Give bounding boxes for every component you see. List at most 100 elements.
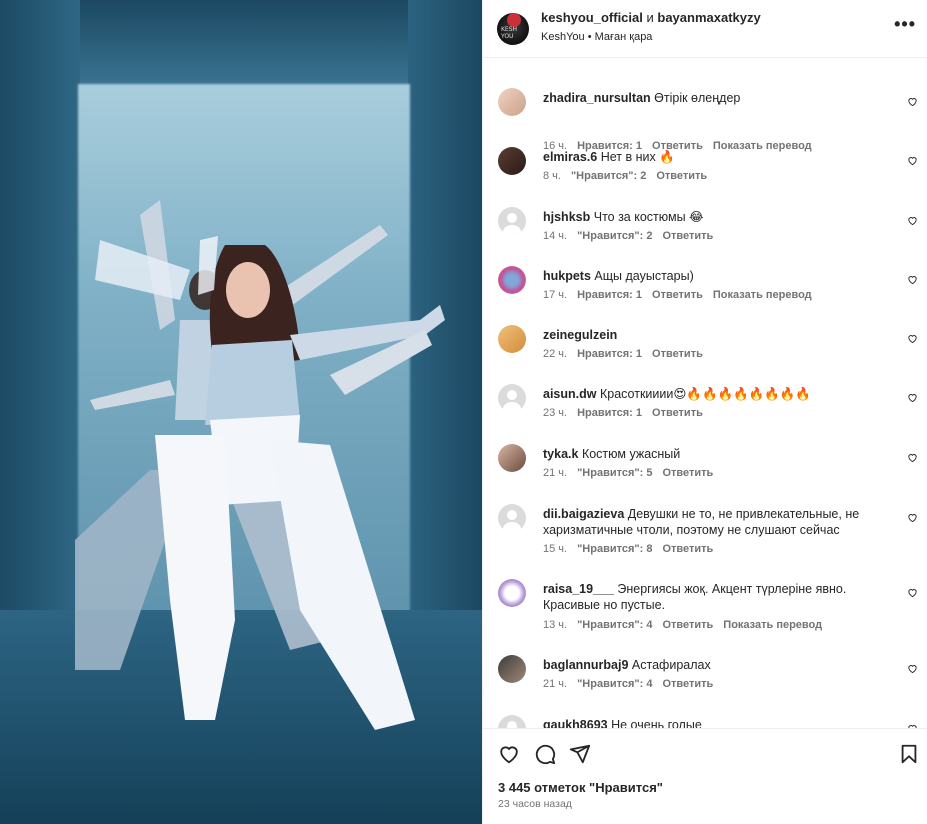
comment-body: zhadira_nursultan Өтірік өлеңдер (543, 90, 883, 106)
coauthor-username[interactable]: bayanmaxatkyzy (657, 10, 760, 25)
comment-time: 14 ч. (543, 230, 568, 242)
comment-likes[interactable]: "Нравится": 5 (577, 467, 652, 479)
reply-button[interactable]: Ответить (652, 348, 703, 360)
comment-like-heart-icon[interactable] (907, 274, 918, 285)
post-actions: 3 445 отметок "Нравится" 23 часов назад (483, 728, 927, 824)
comment-time: 21 ч. (543, 467, 568, 479)
comment-like-heart-icon[interactable] (907, 512, 918, 523)
commenter-username[interactable]: aisun.dw (543, 387, 596, 401)
translate-button[interactable]: Показать перевод (713, 289, 812, 301)
commenter-username[interactable]: baglannurbaj9 (543, 658, 628, 672)
comment-like-heart-icon[interactable] (907, 215, 918, 226)
comment-meta: 8 ч. "Нравится": 2 Ответить (543, 170, 717, 182)
comment-meta: 21 ч. "Нравится": 5 Ответить (543, 467, 723, 479)
comment-body: dii.baigazieva Девушки не то, не привлек… (543, 506, 883, 538)
comment-like-heart-icon[interactable] (907, 587, 918, 598)
comment-text: Красоткииии😍🔥🔥🔥🔥🔥🔥🔥🔥 (599, 387, 811, 401)
translate-button[interactable]: Показать перевод (723, 619, 822, 631)
commenter-avatar[interactable] (498, 88, 526, 116)
default-avatar-icon[interactable] (498, 715, 526, 728)
commenter-username[interactable]: tyka.k (543, 447, 578, 461)
reply-button[interactable]: Ответить (662, 467, 713, 479)
post-panel: KESH YOU keshyou_official и bayanmaxatky… (482, 0, 927, 824)
reply-button[interactable]: Ответить (656, 170, 707, 182)
comment-time: 17 ч. (543, 289, 568, 301)
commenter-username[interactable]: elmiras.6 (543, 150, 597, 164)
author-avatar[interactable]: KESH YOU (497, 13, 529, 45)
comment-meta: 17 ч. Нравится: 1 Ответить Показать перевод (543, 289, 822, 301)
comment-likes[interactable]: "Нравится": 8 (577, 543, 652, 555)
default-avatar-icon[interactable] (498, 384, 526, 412)
commenter-avatar[interactable] (498, 266, 526, 294)
more-horizontal-icon[interactable]: ••• (894, 14, 916, 35)
default-avatar-icon[interactable] (498, 207, 526, 235)
comment-body: hukpets Ащы дауыстары) (543, 268, 883, 284)
reply-button[interactable]: Ответить (652, 407, 703, 419)
comment-text: Өтірік өлеңдер (654, 91, 741, 105)
comment-like-heart-icon[interactable] (907, 333, 918, 344)
avatar-logo-text: KESH YOU (501, 26, 518, 40)
comment-time: 22 ч. (543, 348, 568, 360)
comment-body: baglannurbaj9 Астафиралах (543, 657, 883, 673)
comment-meta: 14 ч. "Нравится": 2 Ответить (543, 230, 723, 242)
bookmark-icon[interactable] (898, 743, 920, 765)
post-timestamp[interactable]: 23 часов назад (498, 798, 572, 810)
reply-button[interactable]: Ответить (662, 678, 713, 690)
comment-likes[interactable]: Нравится: 1 (577, 348, 642, 360)
commenter-username[interactable]: hukpets (543, 269, 591, 283)
comment-body: gaukh8693 Не очень голые (543, 717, 883, 728)
reply-button[interactable]: Ответить (662, 543, 713, 555)
comment-body: elmiras.6 Нет в них 🔥 (543, 149, 883, 165)
authors-conjunction: и (646, 10, 654, 25)
reply-button[interactable]: Ответить (662, 230, 713, 242)
comment-likes[interactable]: "Нравится": 4 (577, 678, 652, 690)
comment-time: 23 ч. (543, 407, 568, 419)
commenter-username[interactable]: hjshksb (543, 210, 590, 224)
comment-text: Не очень голые (611, 718, 702, 728)
default-avatar-icon[interactable] (498, 504, 526, 532)
comment-time: 15 ч. (543, 543, 568, 555)
commenter-username[interactable]: dii.baigazieva (543, 507, 624, 521)
commenter-username[interactable]: raisa_19___ (543, 582, 614, 596)
commenter-avatar[interactable] (498, 147, 526, 175)
comment-like-heart-icon[interactable] (907, 155, 918, 166)
comment-like-heart-icon[interactable] (907, 96, 918, 107)
commenter-username[interactable]: zhadira_nursultan (543, 91, 651, 105)
heart-icon[interactable] (498, 743, 520, 765)
reply-button[interactable]: Ответить (662, 619, 713, 631)
commenter-username[interactable]: zeinegulzein (543, 328, 617, 342)
comment-body: aisun.dw Красоткииии😍🔥🔥🔥🔥🔥🔥🔥🔥 (543, 386, 883, 402)
comment-text: Костюм ужасный (581, 447, 681, 461)
audio-subtitle[interactable]: KeshYou • Маған қара (541, 31, 652, 43)
comment-meta: 23 ч. Нравится: 1 Ответить (543, 407, 713, 419)
comment-likes[interactable]: Нравится: 1 (577, 289, 642, 301)
comment-meta: 15 ч. "Нравится": 8 Ответить (543, 543, 723, 555)
comment-likes[interactable]: Нравится: 1 (577, 407, 642, 419)
post-authors: keshyou_official и bayanmaxatkyzy (541, 10, 761, 25)
post-media[interactable] (0, 0, 482, 824)
comment-time: 13 ч. (543, 619, 568, 631)
comment-text: Нет в них 🔥 (600, 150, 675, 164)
performers-image (75, 200, 445, 730)
commenter-avatar[interactable] (498, 325, 526, 353)
comment-likes[interactable]: "Нравится": 4 (577, 619, 652, 631)
commenter-avatar[interactable] (498, 655, 526, 683)
comment-like-heart-icon[interactable] (907, 452, 918, 463)
commenter-avatar[interactable] (498, 579, 526, 607)
comment-icon[interactable] (534, 743, 556, 765)
comments-list[interactable]: zhadira_nursultan Өтірік өлеңдер 16 ч. Нр… (483, 58, 927, 728)
send-icon[interactable] (569, 743, 591, 765)
comment-text: Астафиралах (631, 658, 711, 672)
comment-like-heart-icon[interactable] (907, 392, 918, 403)
comment-like-heart-icon[interactable] (907, 663, 918, 674)
likes-count[interactable]: 3 445 отметок "Нравится" (498, 780, 663, 795)
commenter-avatar[interactable] (498, 444, 526, 472)
author-username[interactable]: keshyou_official (541, 10, 643, 25)
comment-likes[interactable]: "Нравится": 2 (577, 230, 652, 242)
comment-likes[interactable]: "Нравится": 2 (571, 170, 646, 182)
comment-body: hjshksb Что за костюмы 😂 (543, 209, 883, 225)
commenter-username[interactable]: gaukh8693 (543, 718, 608, 728)
reply-button[interactable]: Ответить (652, 289, 703, 301)
comment-meta: 22 ч. Нравится: 1 Ответить (543, 348, 713, 360)
post-header: KESH YOU keshyou_official и bayanmaxatky… (483, 0, 927, 58)
